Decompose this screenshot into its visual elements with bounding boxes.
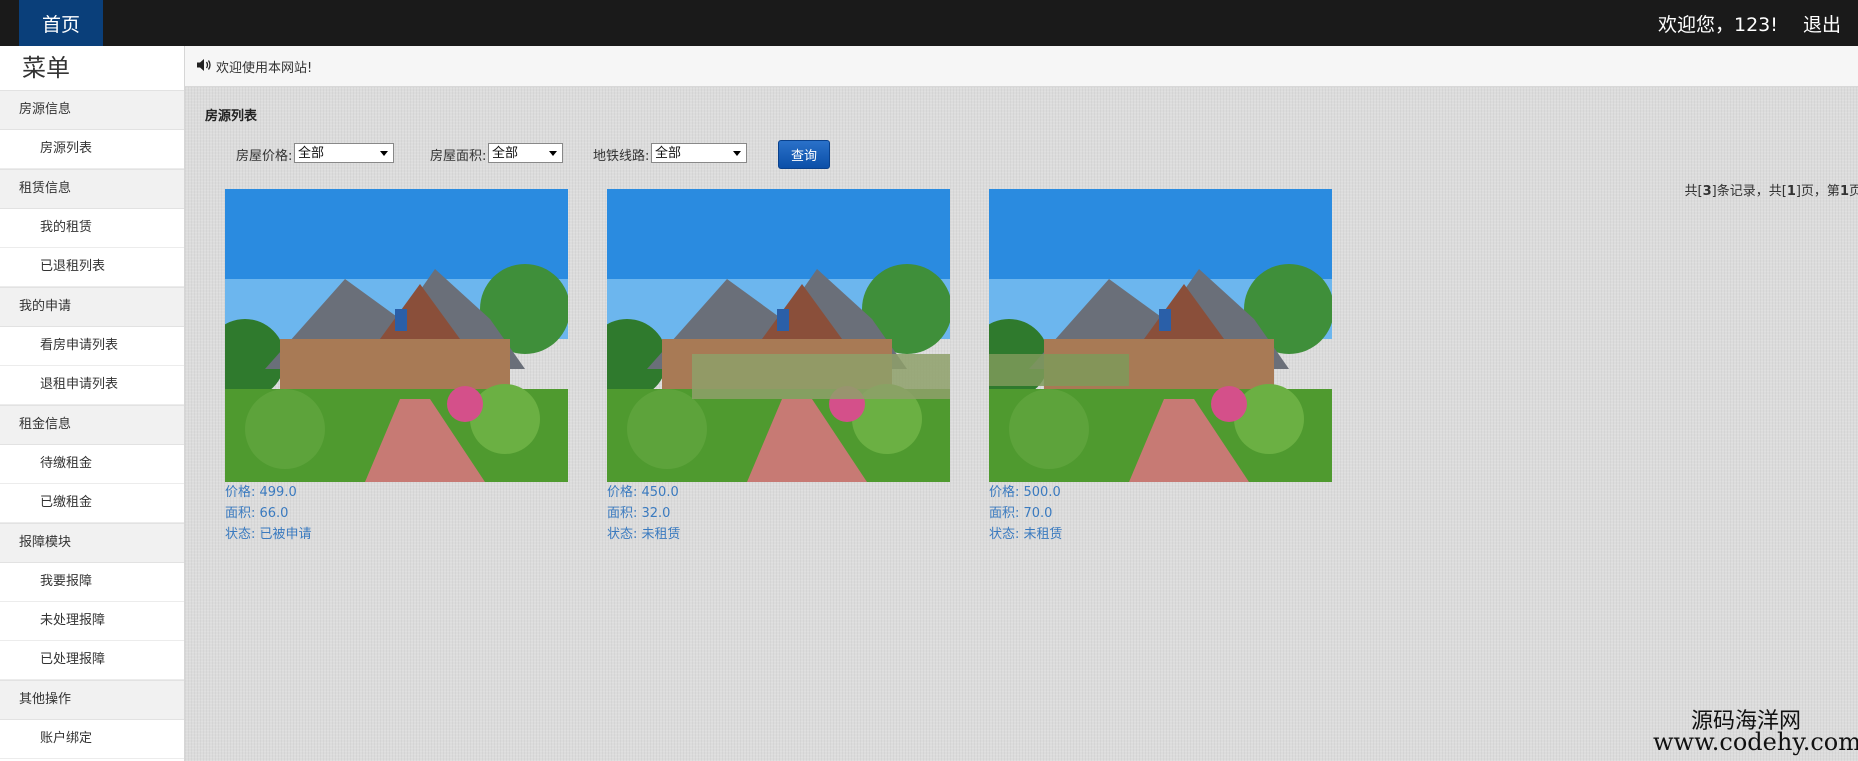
notice-bar: 欢迎使用本网站! — [185, 46, 1858, 87]
sidebar-group-repair[interactable]: 报障模块 — [0, 523, 184, 563]
chevron-down-icon — [380, 151, 388, 156]
house-card: 价格: 500.0 面积: 70.0 状态: 未租赁 — [989, 189, 1332, 545]
house-photo[interactable] — [607, 189, 950, 482]
house-photo[interactable] — [989, 189, 1332, 482]
house-price: 价格: 500.0 — [989, 485, 1061, 500]
watermark-url: www.codehy.com — [1653, 728, 1858, 756]
house-status: 状态: 已被申请 — [225, 527, 312, 542]
price-filter-label: 房屋价格: — [236, 149, 293, 164]
query-button[interactable]: 查询 — [778, 140, 830, 169]
sidebar-item-ended-rentals[interactable]: 已退租列表 — [0, 248, 184, 287]
speaker-icon — [197, 59, 211, 71]
house-price: 价格: 499.0 — [225, 485, 297, 500]
sidebar-item-my-rentals[interactable]: 我的租赁 — [0, 209, 184, 248]
sidebar-item-viewing-applications[interactable]: 看房申请列表 — [0, 327, 184, 366]
sidebar-item-rent-due[interactable]: 待缴租金 — [0, 445, 184, 484]
sidebar-menu: 菜单 房源信息 房源列表 租赁信息 我的租赁 已退租列表 我的申请 看房申请列表… — [0, 46, 185, 761]
chevron-down-icon — [733, 151, 741, 156]
sidebar-item-account-binding[interactable]: 账户绑定 — [0, 720, 184, 759]
house-status: 状态: 未租赁 — [989, 527, 1063, 542]
top-navbar: 首页 欢迎您，123! 退出 — [0, 0, 1858, 46]
sidebar-item-checkout-applications[interactable]: 退租申请列表 — [0, 366, 184, 405]
sidebar-group-house-info[interactable]: 房源信息 — [0, 90, 184, 130]
sidebar-item-report-repair[interactable]: 我要报障 — [0, 563, 184, 602]
price-filter-value: 全部 — [298, 146, 325, 161]
price-filter-select[interactable]: 全部 — [294, 143, 394, 163]
welcome-user-text: 欢迎您，123! — [1658, 14, 1778, 36]
sidebar-group-other[interactable]: 其他操作 — [0, 680, 184, 720]
chevron-down-icon — [549, 151, 557, 156]
area-filter-label: 房屋面积: — [430, 149, 487, 164]
house-status: 状态: 未租赁 — [607, 527, 681, 542]
house-price: 价格: 450.0 — [607, 485, 679, 500]
subway-filter-label: 地铁线路: — [593, 149, 650, 164]
sidebar-item-house-list[interactable]: 房源列表 — [0, 130, 184, 169]
house-area: 面积: 32.0 — [607, 506, 671, 521]
house-photo[interactable] — [225, 189, 568, 482]
house-area: 面积: 70.0 — [989, 506, 1053, 521]
sidebar-item-handled-repairs[interactable]: 已处理报障 — [0, 641, 184, 680]
area-filter-select[interactable]: 全部 — [488, 143, 563, 163]
house-area: 面积: 66.0 — [225, 506, 289, 521]
house-card: 价格: 450.0 面积: 32.0 状态: 未租赁 — [607, 189, 950, 545]
subway-filter-select[interactable]: 全部 — [651, 143, 747, 163]
house-card: 价格: 499.0 面积: 66.0 状态: 已被申请 — [225, 189, 568, 545]
sidebar-group-my-applications[interactable]: 我的申请 — [0, 287, 184, 327]
area-filter-value: 全部 — [492, 146, 519, 161]
home-nav-tab[interactable]: 首页 — [19, 0, 103, 46]
current-page: 1 — [1839, 184, 1849, 199]
total-pages: 1 — [1786, 184, 1796, 199]
sidebar-item-rent-paid[interactable]: 已缴租金 — [0, 484, 184, 523]
notice-text: 欢迎使用本网站! — [216, 61, 313, 76]
subway-filter-value: 全部 — [655, 146, 682, 161]
total-records: 3 — [1702, 184, 1712, 199]
menu-title: 菜单 — [22, 54, 70, 82]
page-title: 房源列表 — [205, 109, 258, 124]
sidebar-group-rental-info[interactable]: 租赁信息 — [0, 169, 184, 209]
sidebar-group-rent-info[interactable]: 租金信息 — [0, 405, 184, 445]
sidebar-item-unhandled-repairs[interactable]: 未处理报障 — [0, 602, 184, 641]
logout-link[interactable]: 退出 — [1803, 10, 1841, 37]
pagination-info: 共[3]条记录，共[1]页，第1页 — [1684, 184, 1858, 199]
main-content: 房源列表 房屋价格: 全部 房屋面积: 全部 地铁线路: 全部 查询 共[3]条… — [185, 87, 1858, 761]
